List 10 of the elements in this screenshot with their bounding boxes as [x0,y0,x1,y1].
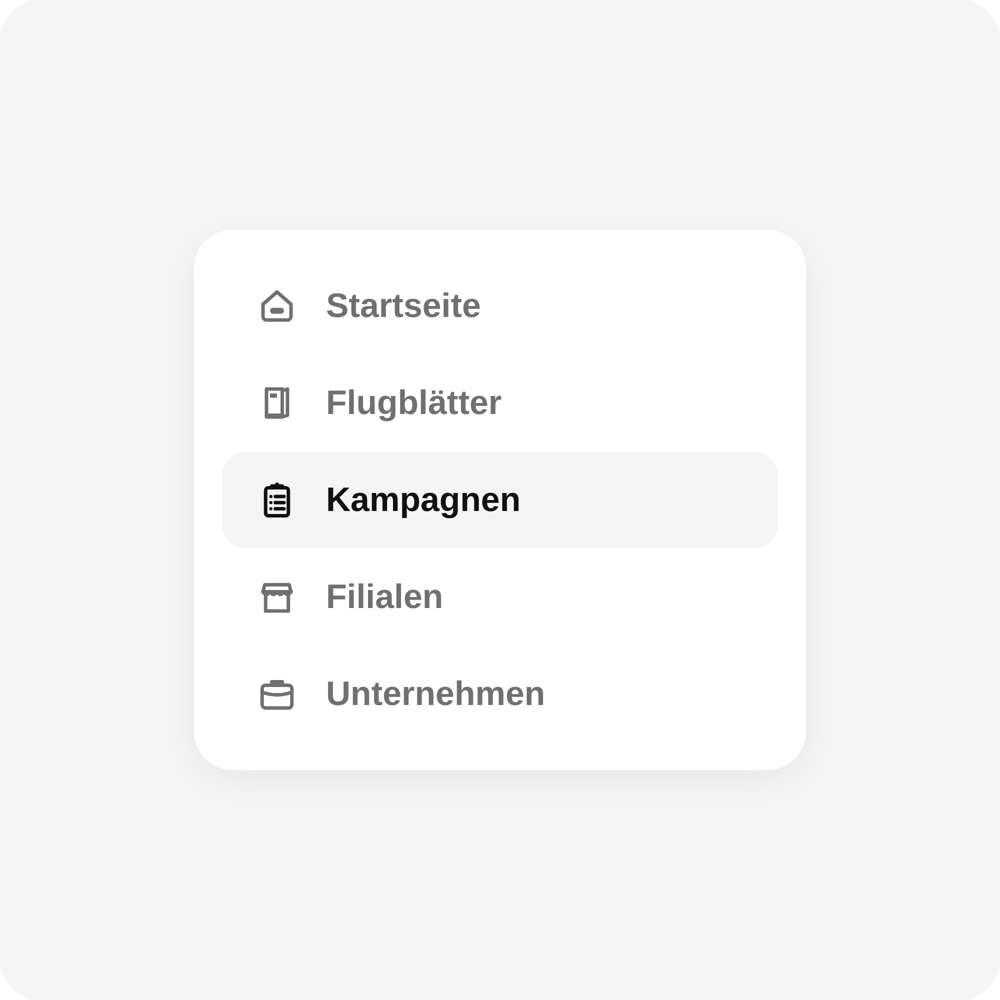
menu-item[interactable]: Flugblätter [222,355,778,451]
menu-item-label: Flugblätter [326,382,502,424]
menu-item[interactable]: Startseite [222,258,778,354]
menu-item-label: Unternehmen [326,674,546,714]
menu-item[interactable]: Filialen [222,549,778,645]
menu-item-label: Kampagnen [326,480,521,520]
menu-item[interactable]: Unternehmen [222,646,778,742]
menu-item-label: Startseite [326,286,481,326]
menu-item[interactable]: Kampagnen [222,452,778,548]
menu-item-label: Filialen [326,576,444,618]
